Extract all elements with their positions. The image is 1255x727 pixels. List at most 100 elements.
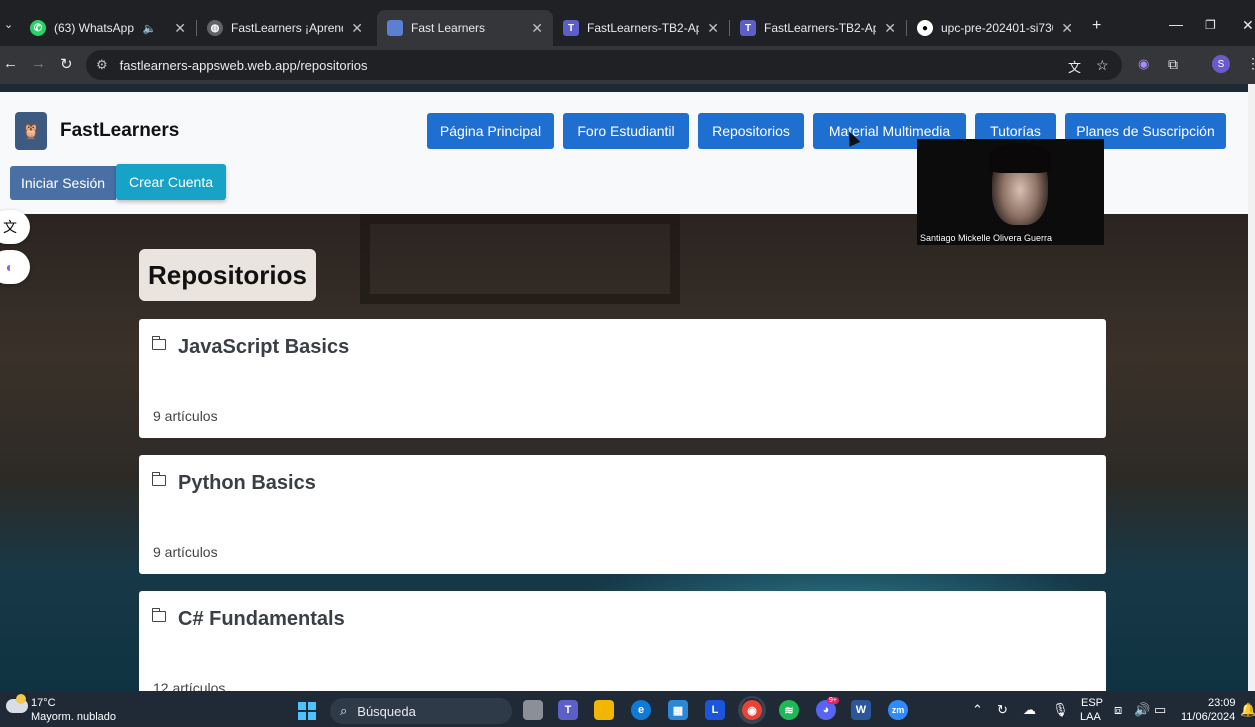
participant-video-hair (989, 143, 1051, 173)
globe-icon: ◍ (207, 20, 223, 36)
signup-button[interactable]: Crear Cuenta (116, 164, 226, 200)
speaker-icon[interactable]: 🔈 (143, 22, 157, 35)
tab-title: FastLearners-TB2-AppsWe (764, 21, 877, 35)
extensions-puzzle-icon[interactable]: ⧉ (1168, 56, 1178, 73)
zoom-icon[interactable]: zm (888, 700, 908, 720)
repo-article-count: 9 artículos (153, 544, 218, 560)
background-frame (360, 214, 680, 304)
windows-start-icon[interactable] (298, 702, 316, 720)
owl-logo-icon[interactable]: 🦉 (15, 112, 47, 150)
participant-name: Santiago Mickelle Olivera Guerra (920, 233, 1053, 243)
close-tab-icon[interactable]: ✕ (174, 20, 186, 37)
discord-badge: 9+ (827, 697, 839, 704)
repo-card[interactable]: Python Basics 9 artículos (139, 455, 1106, 574)
address-bar[interactable]: ⚙ fastlearners-appsweb.web.app/repositor… (86, 50, 1122, 80)
extension-icon[interactable]: ◉ (1138, 56, 1149, 72)
translate-icon[interactable]: 文 (1068, 57, 1081, 76)
edge-icon[interactable]: e (631, 700, 651, 720)
tab-teams-2[interactable]: T FastLearners-TB2-AppsWe ✕ (730, 10, 906, 46)
taskbar-search[interactable]: ⌕ Búsqueda (330, 698, 512, 724)
new-tab-icon[interactable]: + (1092, 17, 1101, 35)
login-button[interactable]: Iniciar Sesión (10, 166, 116, 200)
clock-time[interactable]: 23:09 (1208, 697, 1236, 709)
word-icon[interactable]: W (851, 700, 871, 720)
close-tab-icon[interactable]: ✕ (531, 20, 543, 37)
repo-article-count: 12 artículos (153, 680, 226, 691)
notification-bell-icon[interactable]: 🔔 (1240, 702, 1255, 718)
folder-icon (151, 472, 166, 486)
forward-icon[interactable]: → (31, 55, 46, 72)
language-indicator[interactable]: ESP (1081, 697, 1103, 709)
url-text: fastlearners-appsweb.web.app/repositorio… (119, 57, 368, 73)
bookmark-star-icon[interactable]: ☆ (1096, 57, 1109, 74)
github-icon: ● (917, 20, 933, 36)
tab-teams-1[interactable]: T FastLearners-TB2-AppsWe ✕ (553, 10, 729, 46)
nav-pagina-principal[interactable]: Página Principal (427, 113, 554, 149)
minimize-icon[interactable]: — (1169, 16, 1183, 32)
teams-icon: T (740, 20, 756, 36)
close-tab-icon[interactable]: ✕ (351, 20, 363, 37)
network-icon[interactable]: ⧈ (1114, 702, 1122, 718)
tab-search-chevron-icon[interactable]: ⌄ (4, 18, 13, 31)
browser-toolbar: ← → ↻ ⚙ fastlearners-appsweb.web.app/rep… (0, 46, 1255, 84)
profile-avatar[interactable]: S (1212, 55, 1230, 73)
teams-taskbar-icon[interactable]: T (558, 700, 578, 720)
tab-title: upc-pre-202401-si730-SW (941, 21, 1053, 35)
site-info-icon[interactable]: ⚙ (96, 57, 108, 73)
tab-github[interactable]: ● upc-pre-202401-si730-SW ✕ (907, 10, 1083, 46)
repo-name[interactable]: C# Fundamentals (178, 608, 345, 631)
page-title: Repositorios (139, 249, 316, 301)
cloud-offline-icon[interactable]: ☁ (1023, 702, 1036, 718)
folder-icon (151, 336, 166, 350)
repo-card[interactable]: C# Fundamentals 12 artículos (139, 591, 1106, 691)
tab-title: (63) WhatsApp (54, 21, 135, 35)
l-app-icon[interactable]: L (705, 700, 725, 720)
back-icon[interactable]: ← (3, 55, 18, 72)
file-explorer-icon[interactable] (594, 700, 614, 720)
spotify-icon[interactable]: ≋ (779, 700, 799, 720)
task-view-icon[interactable] (523, 700, 543, 720)
battery-icon[interactable]: ▭ (1154, 702, 1166, 718)
weather-temperature[interactable]: 17°C (31, 697, 56, 709)
volume-icon[interactable]: 🔊 (1134, 702, 1150, 718)
browser-tab-strip: ⌄ ✆ (63) WhatsApp 🔈 ✕ ◍ FastLearners ¡Ap… (0, 0, 1255, 46)
close-window-icon[interactable]: ✕ (1242, 17, 1254, 34)
page-scrollbar[interactable] (1248, 84, 1255, 691)
microphone-icon[interactable]: 🎙 (1052, 702, 1069, 718)
tab-title: FastLearners-TB2-AppsWe (587, 21, 700, 35)
taskbar-search-placeholder: Búsqueda (357, 703, 416, 719)
tray-chevron-icon[interactable]: ⌃ (972, 702, 983, 718)
sync-icon[interactable]: ↻ (997, 702, 1008, 718)
tab-fast-learners-active[interactable]: Fast Learners ✕ (377, 10, 553, 46)
tab-fastlearners-home[interactable]: ◍ FastLearners ¡Aprende a co ✕ (197, 10, 373, 46)
windows-taskbar: 17°C Mayorm. nublado ⌕ Búsqueda T e ▦ L … (0, 691, 1255, 727)
video-call-overlay[interactable]: Santiago Mickelle Olivera Guerra (917, 139, 1104, 245)
close-tab-icon[interactable]: ✕ (884, 20, 896, 37)
tab-title: FastLearners ¡Aprende a co (231, 21, 343, 35)
repo-article-count: 9 artículos (153, 408, 218, 424)
repo-name[interactable]: Python Basics (178, 472, 316, 495)
brand-name[interactable]: FastLearners (60, 120, 179, 142)
weather-cloud-icon[interactable] (6, 694, 28, 713)
tab-whatsapp[interactable]: ✆ (63) WhatsApp 🔈 ✕ (20, 10, 196, 46)
tab-title: Fast Learners (411, 21, 486, 35)
repo-name[interactable]: JavaScript Basics (178, 336, 349, 359)
restore-icon[interactable]: ❐ (1205, 18, 1216, 32)
close-tab-icon[interactable]: ✕ (1061, 20, 1073, 37)
microsoft-store-icon[interactable]: ▦ (668, 700, 688, 720)
search-icon: ⌕ (340, 703, 348, 718)
repo-card[interactable]: JavaScript Basics 9 artículos (139, 319, 1106, 438)
reload-icon[interactable]: ↻ (60, 55, 73, 73)
nav-repositorios[interactable]: Repositorios (698, 113, 804, 149)
whatsapp-icon: ✆ (30, 20, 46, 36)
close-tab-icon[interactable]: ✕ (707, 20, 719, 37)
fastlearners-icon (387, 20, 403, 36)
chrome-icon[interactable]: ◉ (742, 700, 762, 720)
folder-icon (151, 608, 166, 622)
nav-foro-estudiantil[interactable]: Foro Estudiantil (563, 113, 689, 149)
weather-condition[interactable]: Mayorm. nublado (31, 711, 116, 723)
browser-menu-icon[interactable]: ⋮ (1246, 55, 1255, 72)
clock-date[interactable]: 11/06/2024 (1181, 711, 1235, 723)
keyboard-layout[interactable]: LAA (1080, 711, 1101, 723)
teams-icon: T (563, 20, 579, 36)
